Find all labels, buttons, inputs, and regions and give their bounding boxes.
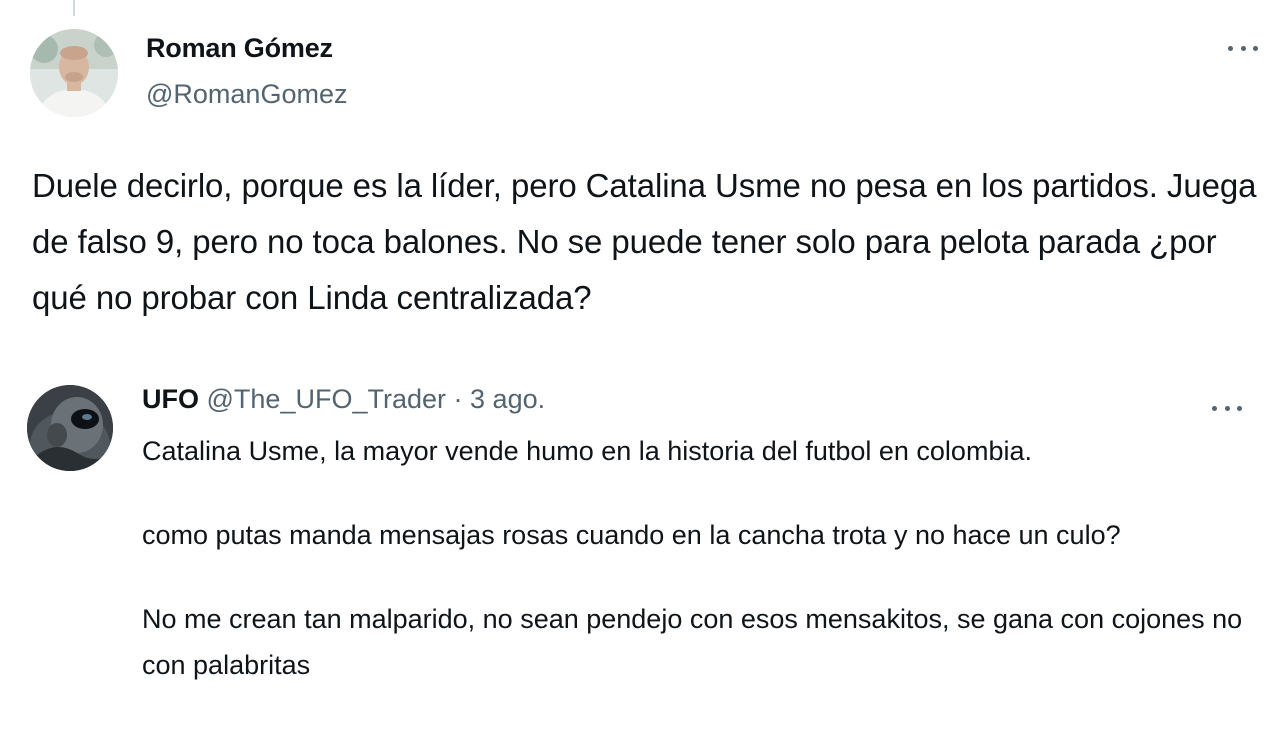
separator-dot: · xyxy=(453,384,463,414)
reply-text: Catalina Usme, la mayor vende humo en la… xyxy=(142,428,1252,688)
tweet-thread: Roman Gómez @RomanGomez Duele decirlo, p… xyxy=(0,0,1280,750)
author-name[interactable]: Roman Gómez xyxy=(146,33,333,64)
author-name[interactable]: UFO xyxy=(142,384,199,414)
author-handle[interactable]: @RomanGomez xyxy=(146,79,347,110)
reply-paragraph: Catalina Usme, la mayor vende humo en la… xyxy=(142,436,1032,466)
person-avatar-icon xyxy=(30,29,118,117)
reply-paragraph: No me crean tan malparido, no sean pende… xyxy=(142,604,1243,680)
thread-connector-line xyxy=(73,0,75,16)
avatar[interactable] xyxy=(27,385,113,471)
reply-header: UFO @The_UFO_Trader · 3 ago. xyxy=(142,384,545,415)
avatar[interactable] xyxy=(30,29,118,117)
more-options-icon[interactable] xyxy=(1212,398,1242,418)
tweet-text: Duele decirlo, porque es la líder, pero … xyxy=(32,167,1257,316)
more-options-icon[interactable] xyxy=(1228,38,1258,58)
alien-avatar-icon xyxy=(27,385,113,471)
author-handle[interactable]: @The_UFO_Trader xyxy=(207,384,446,414)
reply-paragraph: como putas manda mensajas rosas cuando e… xyxy=(142,520,1121,550)
timestamp[interactable]: 3 ago. xyxy=(470,384,545,414)
